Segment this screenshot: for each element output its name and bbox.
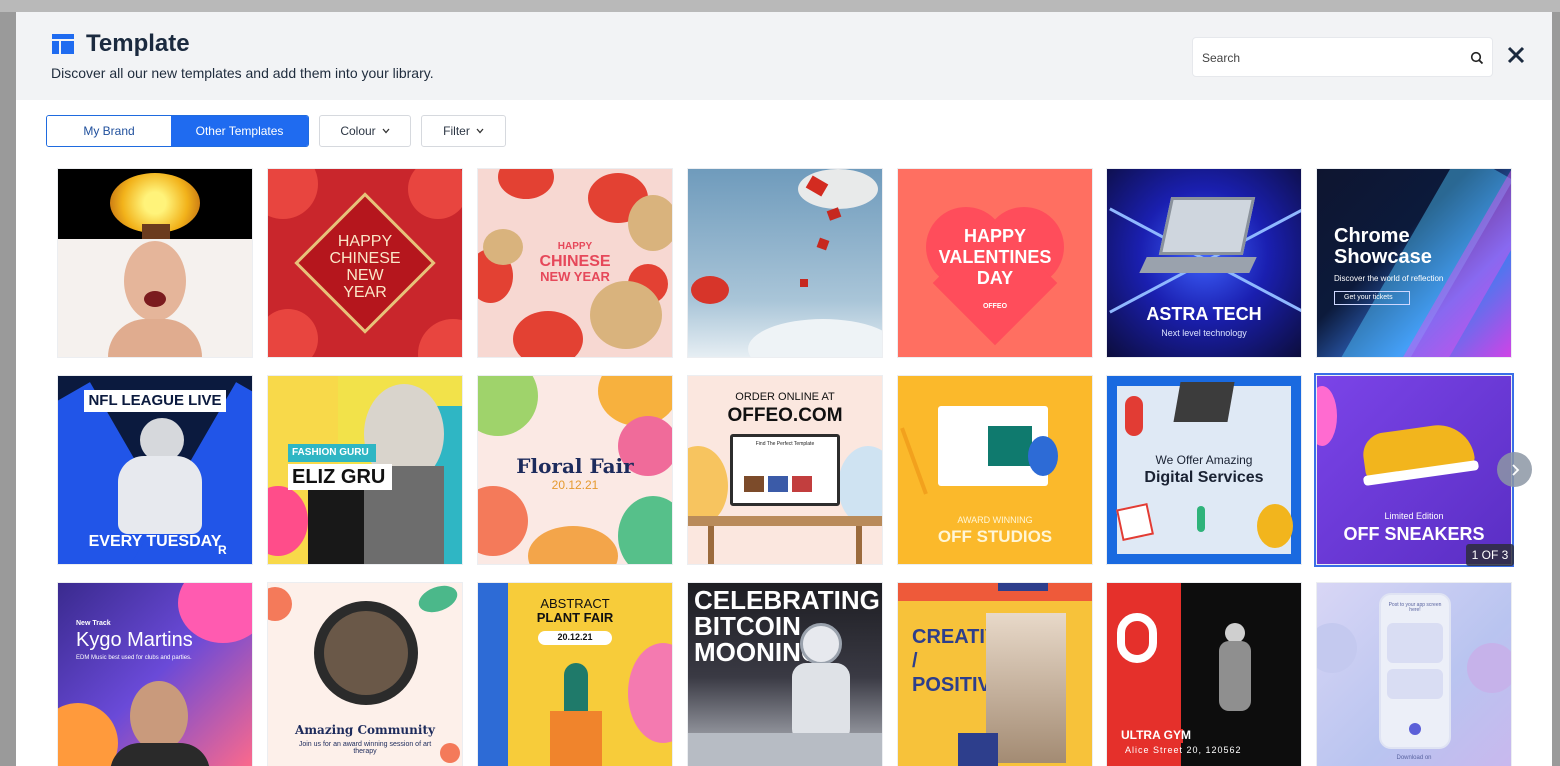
template-card-abstract-plant-fair[interactable]: ABSTRACT PLANT FAIR 20.12.21 [478, 583, 672, 766]
tile-text: ORDER ONLINE AT [735, 391, 835, 403]
tile-text: NEW YEAR [540, 269, 610, 284]
tile-text: Discover the world of reflection [1334, 274, 1444, 283]
tile-text: Get your tickets [1344, 294, 1393, 301]
tile-text: Chrome [1334, 225, 1410, 247]
template-card-kygo-martins[interactable]: New Track Kygo Martins EDM Music best us… [58, 583, 252, 766]
carousel-next-button[interactable] [1497, 452, 1532, 487]
tile-text: HAPPY [963, 226, 1026, 246]
chevron-down-icon [382, 128, 390, 134]
tile-text: ASTRA TECH [1146, 304, 1262, 324]
template-card-eliz-gru-fashion[interactable]: FASHION GURU ELIZ GRU [268, 376, 462, 564]
filter-dropdown[interactable]: Filter [421, 115, 506, 147]
tab-other-templates[interactable]: Other Templates [171, 116, 308, 146]
template-card-chrome-showcase[interactable]: Chrome Showcase Discover the world of re… [1317, 169, 1511, 357]
tile-text: Showcase [1334, 246, 1432, 268]
template-card-red-birds-sky[interactable] [688, 169, 882, 357]
modal-subtitle: Discover all our new templates and add t… [51, 65, 434, 81]
modal-header: Template Discover all our new templates … [16, 12, 1552, 100]
tile-text: OFF STUDIOS [937, 527, 1053, 546]
template-card-nfl-league-live[interactable]: NFL LEAGUE LIVE EVERY TUESDAY R [58, 376, 252, 564]
tile-text: Download on [1396, 755, 1432, 761]
template-card-app-screen[interactable]: Post to your app screen here! Download o… [1317, 583, 1511, 766]
backdrop-top-bar [0, 0, 1560, 12]
tile-text: Kygo Martins [76, 629, 193, 651]
tile-text: OFF SNEAKERS [1343, 524, 1485, 544]
tile-text: Limited Edition [1384, 511, 1444, 521]
tile-text: HAPPY [557, 241, 593, 252]
tile-text: NEW [346, 267, 384, 284]
template-modal: Template Discover all our new templates … [16, 12, 1552, 766]
tile-text: HAPPY [337, 233, 393, 250]
tile-text: We Offer Amazing [1155, 453, 1253, 467]
template-card-celebrating-bitcoin[interactable]: CELEBRATING BITCOIN MOONING [688, 583, 882, 766]
template-card-astra-tech[interactable]: ASTRA TECH Next level technology [1107, 169, 1301, 357]
close-icon[interactable] [1505, 44, 1527, 66]
tile-text: FASHION GURU [292, 447, 369, 458]
tile-text: Next level technology [1161, 328, 1247, 338]
tile-text: DAY [976, 268, 1014, 288]
tile-text: YEAR [343, 284, 387, 301]
search-box [1192, 37, 1493, 77]
source-toggle: My Brand Other Templates [46, 115, 309, 147]
tile-text: ABSTRACT [540, 596, 610, 611]
tile-text: 20.12.21 [557, 632, 593, 642]
tile-text: ELIZ GRU [292, 466, 386, 488]
tile-text: Alice Street 20, 120562 [1125, 745, 1242, 755]
template-layout-icon [52, 34, 74, 54]
tile-text: ULTRA GYM [1121, 728, 1191, 742]
tile-text: AWARD WINNING [957, 515, 1033, 525]
template-card-valentines-day[interactable]: HAPPY VALENTINES DAY OFFEO [898, 169, 1092, 357]
colour-dropdown[interactable]: Colour [319, 115, 411, 147]
carousel-page-indicator: 1 OF 3 [1466, 544, 1514, 566]
template-card-off-sneakers[interactable]: Limited Edition OFF SNEAKERS [1314, 373, 1514, 567]
tile-text: New Track [76, 620, 111, 627]
chevron-right-icon [1511, 463, 1519, 476]
tile-text: 20.12.21 [551, 478, 599, 492]
tile-text: R [218, 543, 227, 557]
tile-text: EDM Music best used for clubs and partie… [76, 655, 192, 661]
chevron-down-icon [476, 128, 484, 134]
tile-text: NFL LEAGUE LIVE [88, 392, 222, 409]
tile-text: Floral Fair [516, 454, 634, 478]
template-card-exploding-hair[interactable] [58, 169, 252, 357]
tile-text: CHINESE [329, 250, 401, 267]
template-card-chinese-new-year[interactable]: HAPPY CHINESE NEW YEAR [268, 169, 462, 357]
template-card-creative-positive[interactable]: CREATIVE / POSITIVE [898, 583, 1092, 766]
tile-text: OFFEO.COM [727, 405, 843, 426]
tab-my-brand[interactable]: My Brand [47, 116, 172, 146]
tile-text: Join us for an award winning session of … [298, 741, 432, 756]
filter-dropdown-label: Filter [443, 124, 470, 138]
template-card-off-studios[interactable]: AWARD WINNING OFF STUDIOS [898, 376, 1092, 564]
template-card-floral-fair[interactable]: Floral Fair 20.12.21 [478, 376, 672, 564]
search-icon[interactable] [1470, 51, 1484, 65]
tile-text: Amazing Community [295, 723, 435, 737]
template-card-ultra-gym[interactable]: ULTRA GYM Alice Street 20, 120562 [1107, 583, 1301, 766]
colour-dropdown-label: Colour [340, 124, 376, 138]
tile-text: MOONING [694, 637, 822, 667]
tile-text: Find The Perfect Template [755, 441, 815, 447]
tile-text: PLANT FAIR [536, 610, 614, 625]
template-card-amazing-community[interactable]: Amazing Community Join us for an award w… [268, 583, 462, 766]
template-card-chinese-new-year-lanterns[interactable]: HAPPY CHINESE NEW YEAR [478, 169, 672, 357]
template-card-digital-services[interactable]: We Offer Amazing Digital Services [1107, 376, 1301, 564]
modal-title: Template [86, 30, 190, 57]
tile-text: Digital Services [1144, 469, 1264, 486]
tile-text: VALENTINES [938, 247, 1052, 267]
search-input[interactable] [1202, 48, 1452, 68]
tile-text: Post to your app screen here! [1388, 602, 1442, 614]
template-card-offeo-order-online[interactable]: ORDER ONLINE AT OFFEO.COM Find The Perfe… [688, 376, 882, 564]
tile-text: OFFEO [982, 303, 1008, 310]
